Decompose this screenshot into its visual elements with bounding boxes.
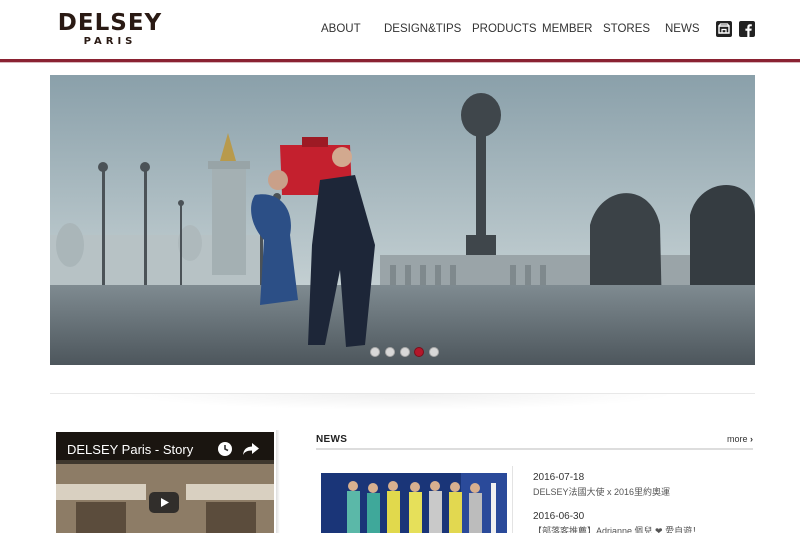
nav-item-design-tips[interactable]: DESIGN&TIPS	[384, 23, 461, 35]
news-headline: 【部落客推薦】Adrianne 佩兒 ❤ 愛自遊！	[533, 526, 702, 533]
news-heading: NEWS	[316, 434, 348, 445]
hero-scene	[50, 75, 755, 365]
hero-slider-image[interactable]	[50, 75, 755, 365]
slider-dot-2[interactable]	[385, 347, 395, 357]
clock-icon[interactable]	[217, 441, 233, 457]
play-icon[interactable]	[149, 492, 179, 513]
news-photo	[321, 473, 507, 533]
news-item[interactable]: 2016-06-30 【部落客推薦】Adrianne 佩兒 ❤ 愛自遊！	[533, 511, 701, 533]
video-frame-shadow	[276, 430, 280, 533]
nav-item-stores[interactable]: STORES	[603, 23, 650, 35]
news-thumbnail-image[interactable]	[321, 473, 507, 533]
news-item[interactable]: 2016-07-18 DELSEY法國大使 x 2016里約奧運	[533, 472, 670, 498]
logo-subtitle: PARIS	[83, 36, 137, 47]
facebook-icon[interactable]	[739, 21, 755, 37]
site-header: DELSEY PARIS ABOUT DESIGN&TIPS PRODUCTS …	[0, 0, 800, 60]
slider-dot-4[interactable]	[414, 347, 424, 357]
slider-dot-1[interactable]	[370, 347, 380, 357]
delsey-logo[interactable]: DELSEY PARIS	[50, 11, 170, 47]
news-more-link[interactable]: more ›	[727, 434, 753, 444]
news-date: 2016-06-30	[533, 511, 585, 522]
slider-dot-3[interactable]	[400, 347, 410, 357]
youtube-video-player[interactable]: DELSEY Paris - Story	[56, 432, 274, 533]
news-underline	[316, 448, 753, 450]
news-header: NEWS more ›	[316, 434, 753, 448]
slider-dot-5[interactable]	[429, 347, 439, 357]
nav-item-about[interactable]: ABOUT	[321, 23, 361, 35]
nav-item-member[interactable]: MEMBER	[542, 23, 592, 35]
nav-item-products[interactable]: PRODUCTS	[472, 23, 537, 35]
news-more-label: more	[726, 434, 748, 444]
chevron-right-icon: ›	[750, 434, 753, 444]
logo-wordmark: DELSEY	[57, 10, 163, 36]
news-headline: DELSEY法國大使 x 2016里約奧運	[533, 487, 671, 497]
nav-item-news[interactable]: NEWS	[665, 23, 700, 35]
share-icon[interactable]	[242, 442, 260, 456]
section-divider-shadow	[120, 394, 680, 410]
store-icon[interactable]	[716, 21, 732, 37]
video-title: DELSEY Paris - Story	[67, 442, 194, 457]
header-accent-line-light	[0, 62, 800, 63]
news-column-divider	[512, 466, 513, 533]
news-date: 2016-07-18	[533, 472, 585, 483]
